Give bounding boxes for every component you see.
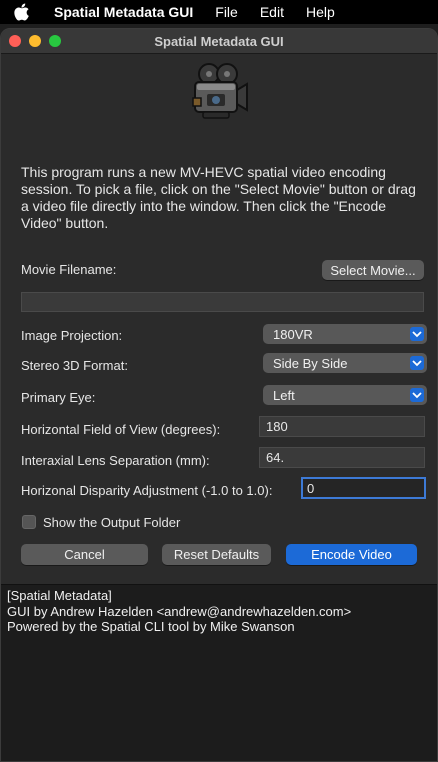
lens-separation-field[interactable]: 64. xyxy=(259,447,425,468)
console-line: Powered by the Spatial CLI tool by Mike … xyxy=(7,619,295,634)
primary-eye-select[interactable]: Left xyxy=(263,385,427,405)
apple-menu-icon[interactable] xyxy=(14,3,34,21)
window-title: Spatial Metadata GUI xyxy=(154,33,284,49)
console-line: GUI by Andrew Hazelden <andrew@andrewhaz… xyxy=(7,603,352,619)
show-output-checkbox[interactable] xyxy=(22,515,36,529)
menu-edit[interactable]: Edit xyxy=(260,4,284,20)
primary-eye-value: Left xyxy=(273,387,295,403)
close-window-button[interactable] xyxy=(9,35,21,47)
lens-separation-label: Interaxial Lens Separation (mm): xyxy=(21,453,210,468)
main-panel: This program runs a new MV-HEVC spatial … xyxy=(1,54,437,584)
window-controls xyxy=(9,35,61,47)
hfov-field[interactable]: 180 xyxy=(259,416,425,437)
show-output-label: Show the Output Folder xyxy=(43,515,181,530)
reset-defaults-button[interactable]: Reset Defaults xyxy=(162,544,271,565)
console-line: [Spatial Metadata] xyxy=(7,588,112,603)
console-output[interactable]: [Spatial Metadata] GUI by Andrew Hazelde… xyxy=(1,584,437,761)
movie-filename-label: Movie Filename: xyxy=(21,262,117,277)
encode-video-button[interactable]: Encode Video xyxy=(286,544,417,565)
app-window: Spatial Metadata GUI This program runs a… xyxy=(0,28,438,762)
stereo-format-value: Side By Side xyxy=(273,355,348,371)
hfov-label: Horizontal Field of View (degrees): xyxy=(21,422,221,437)
menu-file[interactable]: File xyxy=(215,4,238,20)
intro-text: This program runs a new MV-HEVC spatial … xyxy=(21,164,416,231)
image-projection-select[interactable]: 180VR xyxy=(263,324,427,344)
menu-app-name[interactable]: Spatial Metadata GUI xyxy=(54,4,193,20)
maximize-window-button[interactable] xyxy=(49,35,61,47)
stereo-format-select[interactable]: Side By Side xyxy=(263,353,427,373)
disparity-field[interactable]: 0 xyxy=(301,477,426,499)
image-projection-value: 180VR xyxy=(273,326,313,342)
chevron-down-icon xyxy=(410,388,424,402)
menu-help[interactable]: Help xyxy=(306,4,335,20)
disparity-label: Horizonal Disparity Adjustment (-1.0 to … xyxy=(21,483,273,498)
stereo-format-label: Stereo 3D Format: xyxy=(21,358,128,373)
chevron-down-icon xyxy=(410,327,424,341)
image-projection-label: Image Projection: xyxy=(21,328,123,343)
menu-bar: Spatial Metadata GUI File Edit Help xyxy=(0,0,438,24)
cancel-button[interactable]: Cancel xyxy=(21,544,148,565)
chevron-down-icon xyxy=(410,356,424,370)
movie-filename-field[interactable] xyxy=(21,292,424,312)
primary-eye-label: Primary Eye: xyxy=(21,390,96,405)
select-movie-button[interactable]: Select Movie... xyxy=(322,260,424,280)
movie-camera-icon xyxy=(192,63,248,119)
title-bar: Spatial Metadata GUI xyxy=(1,29,437,54)
minimize-window-button[interactable] xyxy=(29,35,41,47)
